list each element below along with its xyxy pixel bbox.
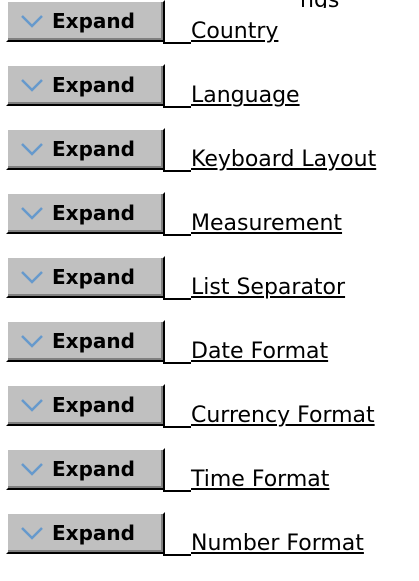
setting-link[interactable]: Date Format <box>191 340 328 364</box>
chevron-down-icon <box>20 333 44 349</box>
setting-link[interactable]: Currency Format <box>191 404 375 428</box>
link-underline-gap <box>163 234 191 236</box>
expand-button-label: Expand <box>52 201 135 225</box>
expand-button-label: Expand <box>52 457 135 481</box>
settings-row: Expand Time Format <box>0 448 419 510</box>
expand-button[interactable]: Expand <box>6 0 165 42</box>
expand-button[interactable]: Expand <box>6 192 165 234</box>
expand-button[interactable]: Expand <box>6 512 165 554</box>
settings-row: Expand Currency Format <box>0 384 419 446</box>
link-underline-gap <box>163 106 191 108</box>
link-underline-gap <box>163 490 191 492</box>
link-underline-gap <box>163 426 191 428</box>
expand-button-label: Expand <box>52 265 135 289</box>
chevron-down-icon <box>20 269 44 285</box>
expand-button-label: Expand <box>52 329 135 353</box>
link-underline-gap <box>163 170 191 172</box>
settings-row: Expand List Separator <box>0 256 419 318</box>
expand-button-label: Expand <box>52 393 135 417</box>
setting-link[interactable]: Time Format <box>191 468 329 492</box>
settings-row: Expand Country <box>0 0 419 62</box>
link-underline-gap <box>163 554 191 556</box>
chevron-down-icon <box>20 77 44 93</box>
expand-button[interactable]: Expand <box>6 64 165 106</box>
expand-button[interactable]: Expand <box>6 320 165 362</box>
expand-button-label: Expand <box>52 521 135 545</box>
settings-row: Expand Keyboard Layout <box>0 128 419 190</box>
expand-button[interactable]: Expand <box>6 128 165 170</box>
setting-link[interactable]: Language <box>191 84 300 108</box>
settings-row: Expand Language <box>0 64 419 126</box>
settings-row: Expand Date Format <box>0 320 419 382</box>
link-underline-gap <box>163 298 191 300</box>
setting-link[interactable]: List Separator <box>191 276 345 300</box>
expand-button-label: Expand <box>52 137 135 161</box>
link-underline-gap <box>163 362 191 364</box>
expand-button[interactable]: Expand <box>6 384 165 426</box>
chevron-down-icon <box>20 397 44 413</box>
expand-button[interactable]: Expand <box>6 448 165 490</box>
link-underline-gap <box>163 42 191 44</box>
setting-link[interactable]: Number Format <box>191 532 364 556</box>
chevron-down-icon <box>20 141 44 157</box>
expand-button-label: Expand <box>52 73 135 97</box>
settings-row: Expand Measurement <box>0 192 419 254</box>
setting-link[interactable]: Measurement <box>191 212 342 236</box>
settings-row: Expand Number Format <box>0 512 419 574</box>
chevron-down-icon <box>20 13 44 29</box>
expand-button-label: Expand <box>52 9 135 33</box>
chevron-down-icon <box>20 461 44 477</box>
setting-link[interactable]: Country <box>191 20 278 44</box>
chevron-down-icon <box>20 205 44 221</box>
expand-button[interactable]: Expand <box>6 256 165 298</box>
chevron-down-icon <box>20 525 44 541</box>
setting-link[interactable]: Keyboard Layout <box>191 148 376 172</box>
